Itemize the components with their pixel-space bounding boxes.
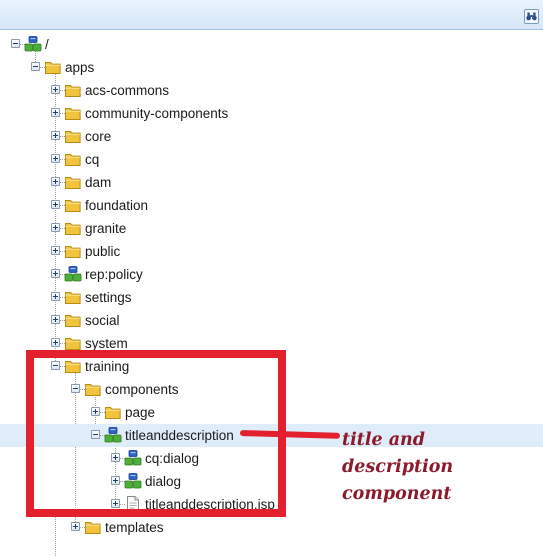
expand-toggle-icon[interactable] xyxy=(51,246,60,255)
tree-node-label: cq xyxy=(85,152,100,167)
folder-icon xyxy=(64,311,82,329)
expand-toggle-icon[interactable] xyxy=(51,154,60,163)
folder-icon xyxy=(64,196,82,214)
toolbar xyxy=(0,0,543,30)
tree-node-cq[interactable]: cq xyxy=(0,148,543,171)
node-icon xyxy=(64,265,82,283)
tree-node-label: settings xyxy=(85,290,132,305)
tree-node-community-components[interactable]: community-components xyxy=(0,102,543,125)
annotation-text: title and description component xyxy=(342,430,454,504)
folder-icon xyxy=(84,518,102,536)
expand-toggle-icon[interactable] xyxy=(51,177,60,186)
folder-icon xyxy=(44,58,62,76)
tree-node-label: social xyxy=(85,313,120,328)
tree-node-label: core xyxy=(85,129,112,144)
expand-toggle-icon[interactable] xyxy=(51,269,60,278)
tree-node-apps[interactable]: apps xyxy=(0,56,543,79)
tree-node-granite[interactable]: granite xyxy=(0,217,543,240)
binoculars-icon[interactable] xyxy=(524,9,539,24)
expand-toggle-icon[interactable] xyxy=(51,315,60,324)
tree-node-rep-policy[interactable]: rep:policy xyxy=(0,263,543,286)
folder-icon xyxy=(64,219,82,237)
tree-node-root[interactable]: / xyxy=(0,33,543,56)
expand-toggle-icon[interactable] xyxy=(51,338,60,347)
expand-toggle-icon[interactable] xyxy=(51,292,60,301)
tree-node-label: acs-commons xyxy=(85,83,170,98)
expand-toggle-icon[interactable] xyxy=(51,108,60,117)
folder-icon xyxy=(64,81,82,99)
tree-node-label: foundation xyxy=(85,198,149,213)
folder-icon xyxy=(64,288,82,306)
folder-icon xyxy=(64,173,82,191)
tree-node-label: public xyxy=(85,244,121,259)
tree-node-public[interactable]: public xyxy=(0,240,543,263)
folder-icon xyxy=(64,104,82,122)
tree-node-label: / xyxy=(45,37,49,52)
tree-node-label: granite xyxy=(85,221,127,236)
expand-toggle-icon[interactable] xyxy=(71,522,80,531)
tree-node-label: templates xyxy=(105,520,164,535)
folder-icon xyxy=(64,127,82,145)
collapse-toggle-icon[interactable] xyxy=(31,62,40,71)
tree-node-label: rep:policy xyxy=(85,267,143,282)
tree-node-foundation[interactable]: foundation xyxy=(0,194,543,217)
expand-toggle-icon[interactable] xyxy=(51,200,60,209)
tree-node-core[interactable]: core xyxy=(0,125,543,148)
tree-node-label: community-components xyxy=(85,106,229,121)
expand-toggle-icon[interactable] xyxy=(51,131,60,140)
tree-node-settings[interactable]: settings xyxy=(0,286,543,309)
folder-icon xyxy=(64,242,82,260)
tree-node-label: apps xyxy=(65,60,95,75)
tree-node-label: dam xyxy=(85,175,112,190)
expand-toggle-icon[interactable] xyxy=(51,223,60,232)
tree-node-templates[interactable]: templates xyxy=(0,516,543,539)
folder-icon xyxy=(64,150,82,168)
node-icon xyxy=(24,35,42,53)
tree-node-acs-commons[interactable]: acs-commons xyxy=(0,79,543,102)
tree-node-dam[interactable]: dam xyxy=(0,171,543,194)
tree-node-social[interactable]: social xyxy=(0,309,543,332)
expand-toggle-icon[interactable] xyxy=(51,85,60,94)
collapse-toggle-icon[interactable] xyxy=(11,39,20,48)
